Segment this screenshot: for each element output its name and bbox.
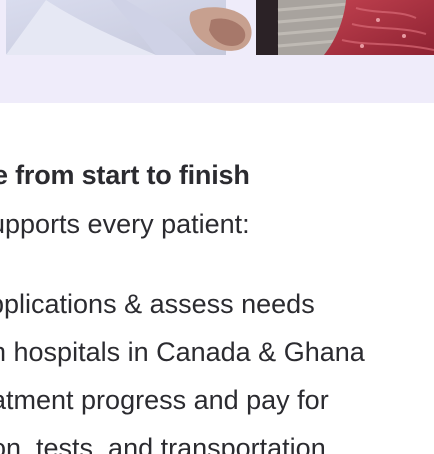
list-item: on, tests, and transportation bbox=[0, 433, 326, 454]
section-intro: upports every patient: bbox=[0, 209, 250, 239]
list-item: h hospitals in Canada & Ghana bbox=[0, 337, 365, 367]
list-item: pplications & assess needs bbox=[0, 289, 315, 319]
patient-support-section: e from start to finish upports every pat… bbox=[0, 0, 434, 454]
page-viewport: e from start to finish upports every pat… bbox=[0, 0, 434, 454]
section-heading: e from start to finish bbox=[0, 160, 250, 190]
list-item: atment progress and pay for bbox=[0, 385, 329, 415]
